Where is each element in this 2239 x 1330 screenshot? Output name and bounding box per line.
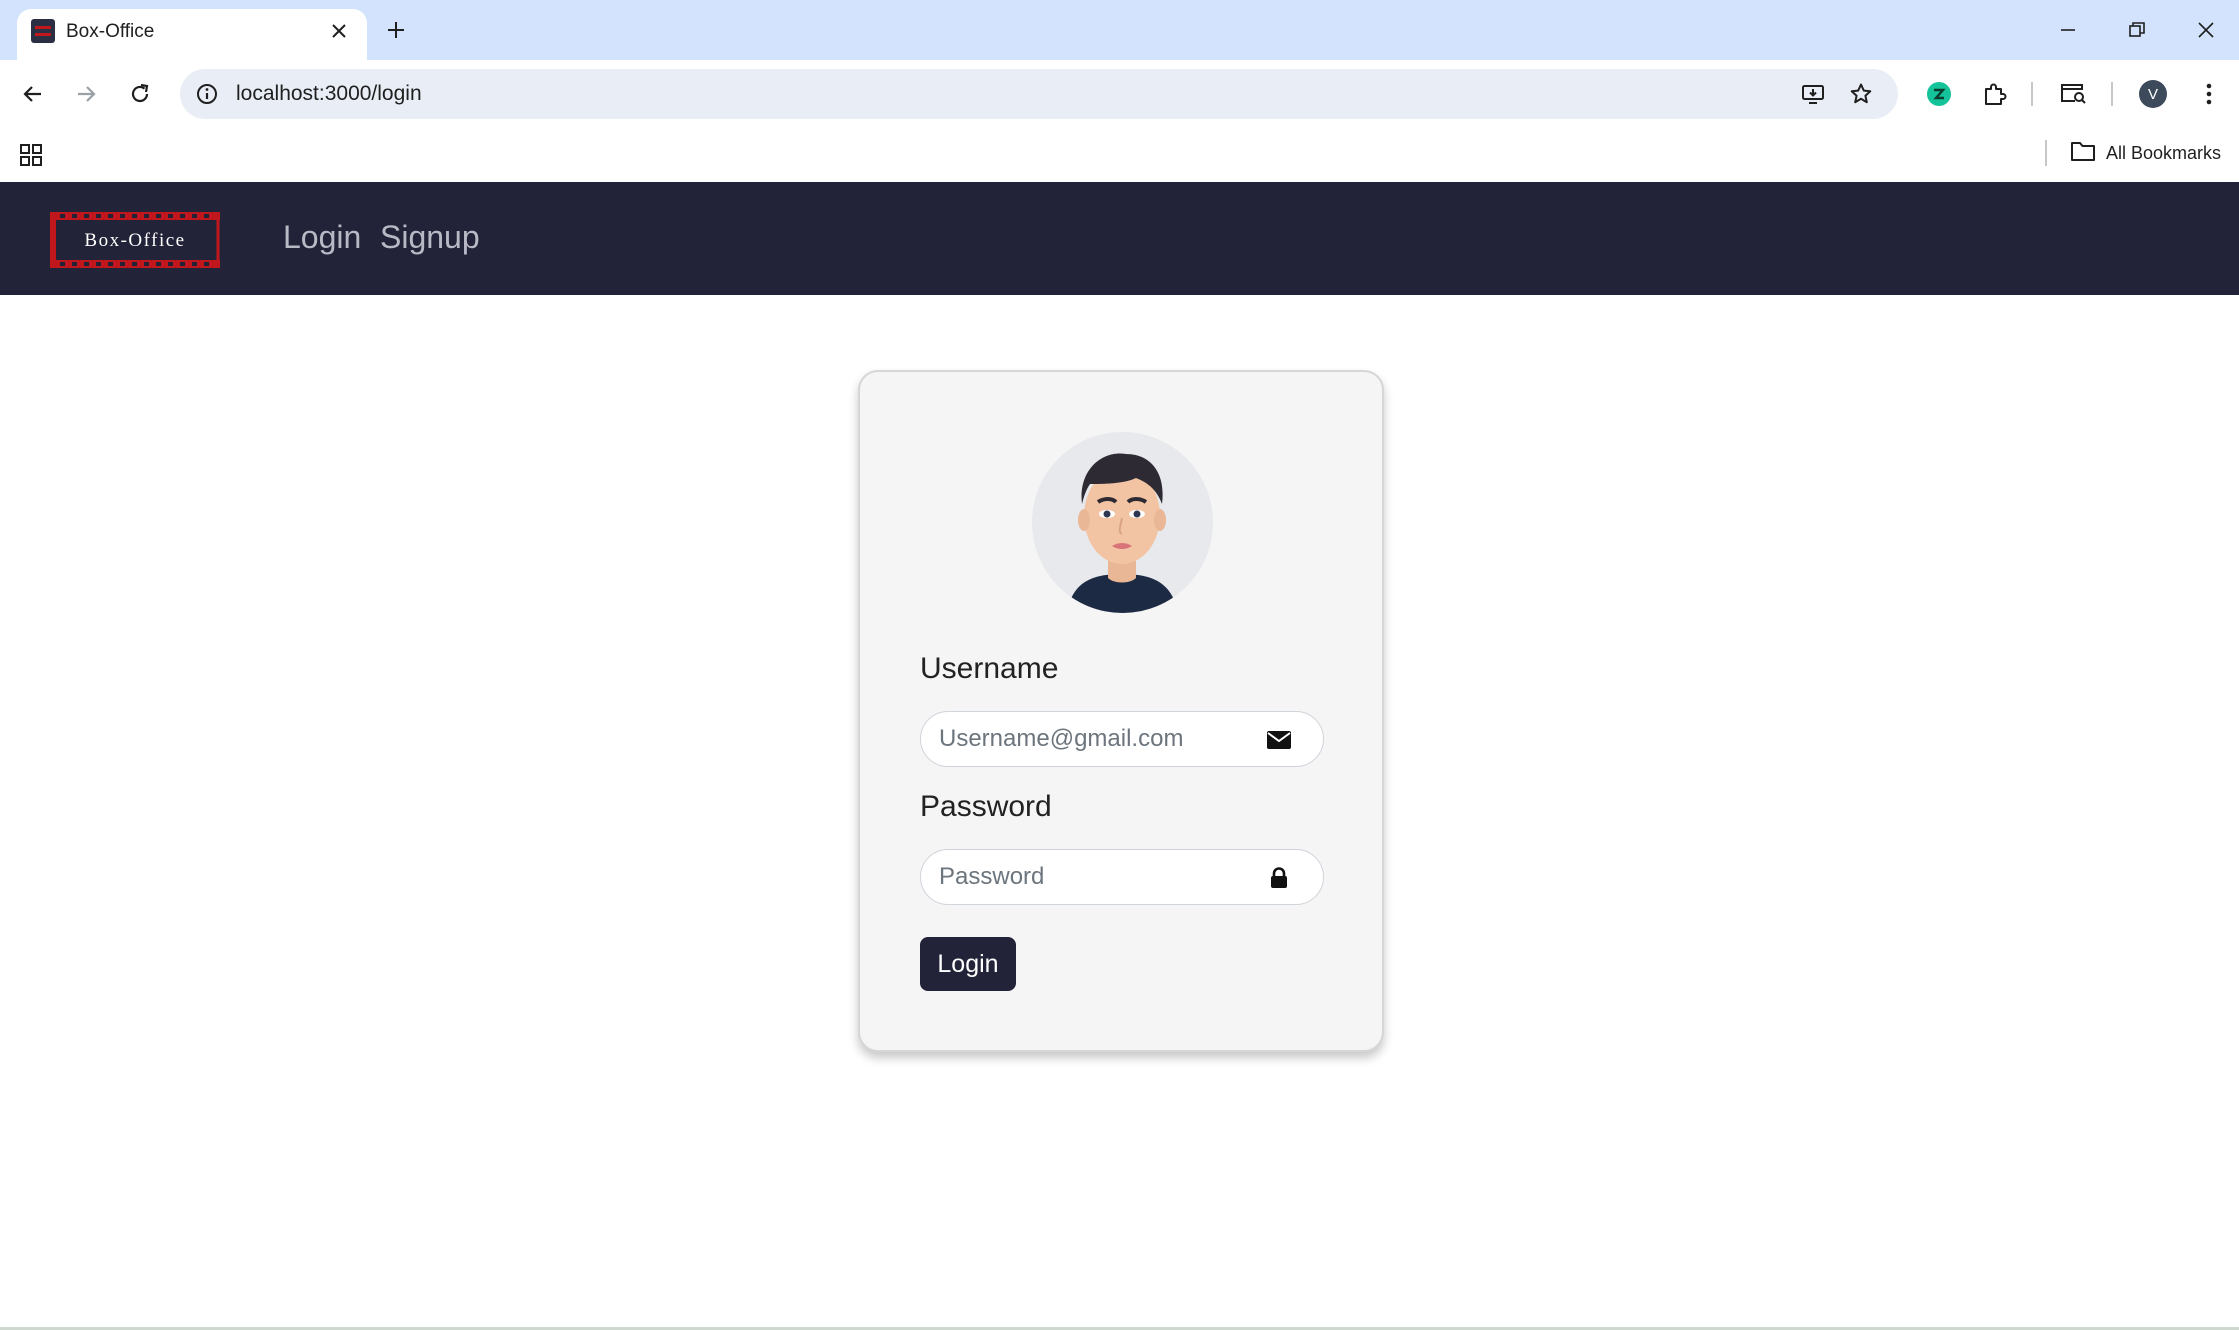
back-arrow-icon[interactable] — [14, 75, 52, 113]
film-perforation — [180, 214, 185, 218]
browser-toolbar: localhost:3000/login V — [0, 60, 2239, 128]
site-navbar: Box-Office Login Signup — [0, 182, 2239, 295]
restore-window-icon[interactable] — [2114, 10, 2160, 50]
close-window-icon[interactable] — [2183, 10, 2229, 50]
film-perforation — [132, 262, 137, 266]
film-perforation — [156, 262, 161, 266]
logo-text: Box-Office — [84, 230, 185, 251]
password-input[interactable] — [939, 850, 1259, 903]
browser-tab-strip: Box-Office — [0, 0, 2239, 61]
all-bookmarks-label: All Bookmarks — [2106, 142, 2222, 163]
film-perforation — [180, 262, 185, 266]
bookmarks-divider — [2045, 140, 2047, 166]
minimize-icon[interactable] — [2045, 10, 2091, 50]
film-perforation — [120, 214, 125, 218]
apps-grid-icon[interactable] — [14, 138, 48, 172]
install-app-icon[interactable] — [1798, 79, 1828, 109]
profile-avatar[interactable]: V — [2134, 75, 2172, 113]
film-perforation — [72, 262, 77, 266]
site-info-icon[interactable] — [194, 81, 220, 107]
address-bar[interactable]: localhost:3000/login — [180, 69, 1898, 119]
all-bookmarks-button[interactable]: All Bookmarks — [2070, 138, 2221, 168]
login-submit-button[interactable]: Login — [920, 937, 1016, 991]
nav-login-link[interactable]: Login — [283, 219, 361, 256]
bookmarks-bar: All Bookmarks — [0, 128, 2239, 182]
password-label: Password — [920, 790, 1052, 823]
username-field[interactable] — [920, 711, 1324, 767]
film-perforation — [96, 214, 101, 218]
film-perforation — [192, 214, 197, 218]
film-perforation — [60, 214, 65, 218]
tab-title: Box-Office — [66, 21, 155, 42]
nav-signup-link[interactable]: Signup — [380, 219, 480, 256]
close-tab-icon[interactable] — [325, 17, 353, 45]
film-perforation — [204, 214, 209, 218]
forward-arrow-icon[interactable] — [67, 75, 105, 113]
url-text[interactable]: localhost:3000/login — [236, 82, 422, 106]
film-perforation — [192, 262, 197, 266]
film-perforation — [156, 214, 161, 218]
tab-search-icon[interactable] — [2054, 75, 2092, 113]
user-avatar — [1032, 432, 1213, 613]
film-perforation — [120, 262, 125, 266]
browser-tab[interactable]: Box-Office — [17, 9, 367, 61]
film-perforation — [132, 214, 137, 218]
favicon-icon — [31, 19, 55, 43]
toolbar-divider — [2111, 82, 2113, 106]
film-perforation — [144, 214, 149, 218]
reload-icon[interactable] — [121, 75, 159, 113]
new-tab-plus-icon[interactable] — [380, 14, 412, 46]
password-field[interactable] — [920, 849, 1324, 905]
film-perforation — [168, 262, 173, 266]
film-perforation — [60, 262, 65, 266]
film-perforation — [108, 262, 113, 266]
film-perforation — [84, 214, 89, 218]
username-label: Username — [920, 652, 1059, 685]
folder-icon — [2070, 140, 2096, 167]
username-input[interactable] — [939, 712, 1259, 765]
film-perforation — [204, 262, 209, 266]
film-perforation — [84, 262, 89, 266]
envelope-icon — [1265, 726, 1293, 754]
toolbar-divider — [2031, 82, 2033, 106]
box-office-logo[interactable]: Box-Office — [50, 212, 220, 268]
film-perforation — [168, 214, 173, 218]
bookmark-star-icon[interactable] — [1846, 79, 1876, 109]
extension-icon[interactable] — [1920, 75, 1958, 113]
puzzle-extensions-icon[interactable] — [1976, 75, 2014, 113]
film-perforation — [144, 262, 149, 266]
film-perforation — [96, 262, 101, 266]
login-card: Username Password Login — [858, 370, 1384, 1052]
lock-icon — [1265, 864, 1293, 892]
film-perforation — [108, 214, 113, 218]
kebab-menu-icon[interactable] — [2190, 75, 2228, 113]
film-perforation — [72, 214, 77, 218]
